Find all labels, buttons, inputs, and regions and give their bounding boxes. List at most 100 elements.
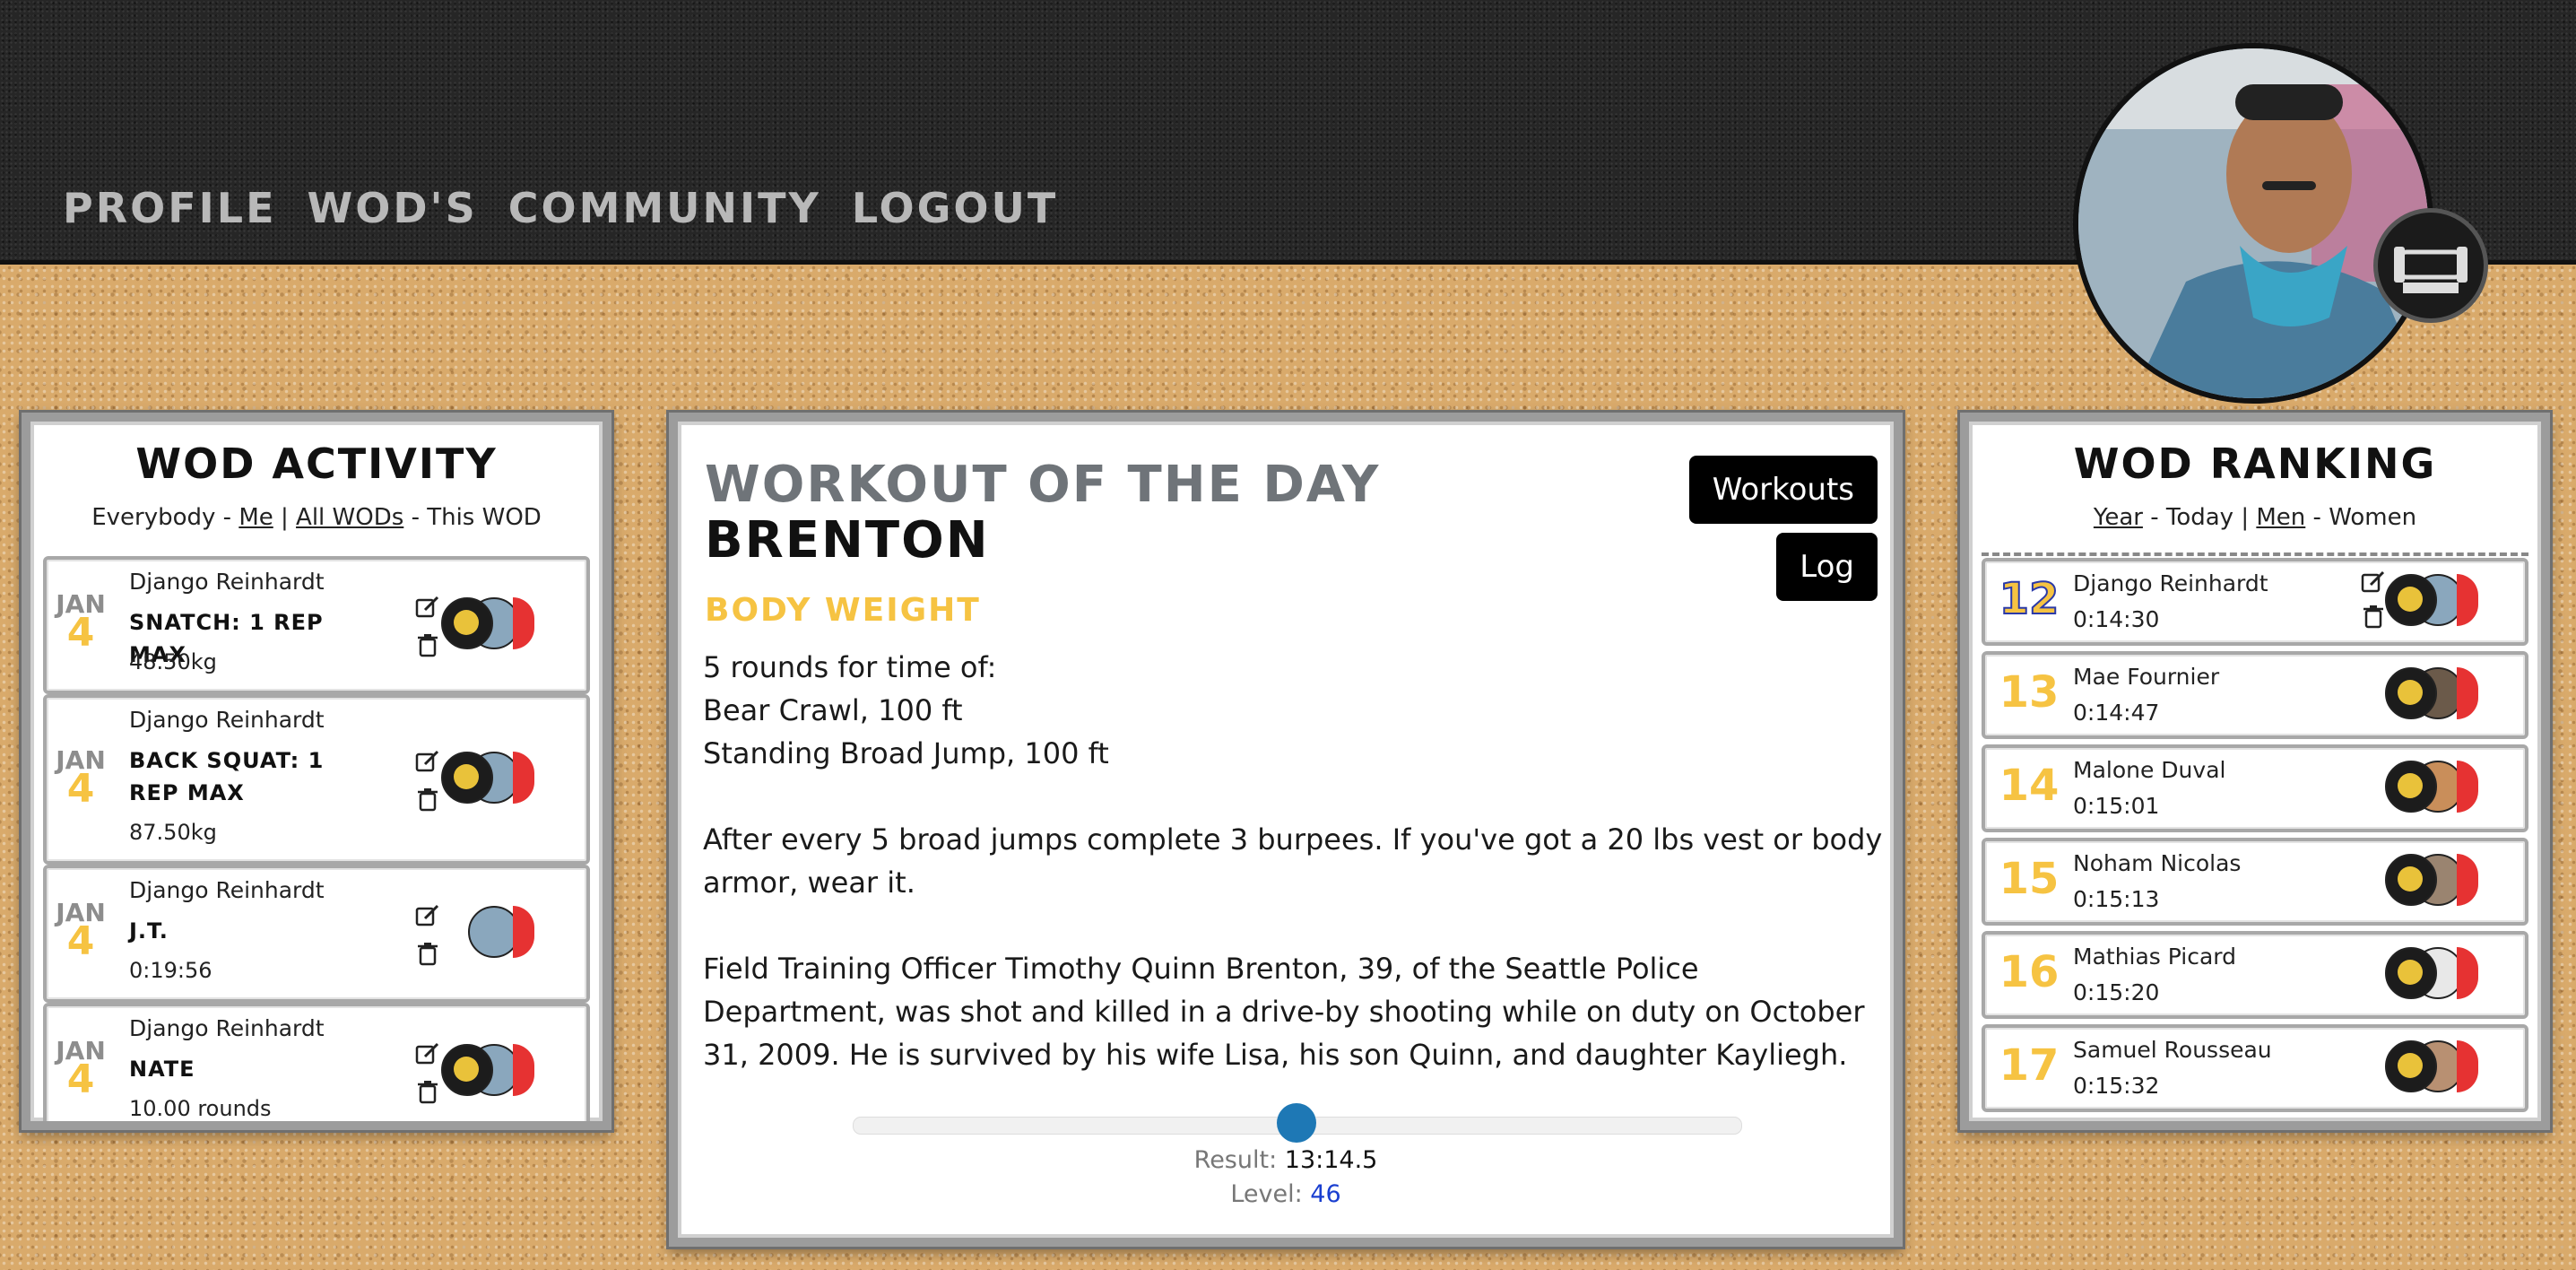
wod-activity-title: WOD ACTIVITY (135, 439, 498, 488)
edit-icon[interactable] (414, 594, 441, 621)
filter-everybody[interactable]: Everybody (91, 504, 215, 531)
filter-all-wods[interactable]: All WODs (296, 504, 403, 531)
filter-women[interactable]: Women (2329, 504, 2416, 531)
rank-user-name[interactable]: Mathias Picard (2073, 944, 2236, 970)
trash-icon[interactable] (2360, 603, 2387, 630)
ranking-avatars (2385, 667, 2478, 719)
nav-logout[interactable]: LOGOUT (852, 184, 1058, 232)
ranking-filters: Year - Today | Men - Women (1969, 504, 2541, 531)
user-avatar[interactable] (2073, 43, 2433, 404)
nav-wods[interactable]: WOD'S (308, 184, 478, 232)
rank-number: 17 (1999, 1040, 2060, 1091)
ranking-row[interactable]: 13 Mae Fournier 0:14:47 (1982, 651, 2528, 739)
activity-card[interactable]: JAN 4 Django Reinhardt BACK SQUAT: 1 REP … (43, 694, 590, 865)
trash-icon[interactable] (414, 786, 441, 813)
rank-user-name[interactable]: Django Reinhardt (2073, 570, 2268, 596)
hero-community-badge-icon (2385, 574, 2437, 626)
hero-community-badge-icon (2385, 1040, 2437, 1092)
hero-community-badge-icon (2385, 667, 2437, 719)
hero-community-badge-icon (2385, 854, 2437, 906)
log-button[interactable]: Log (1776, 533, 1878, 601)
level-slider-thumb[interactable] (1277, 1103, 1316, 1143)
rank-user-name[interactable]: Samuel Rousseau (2073, 1037, 2272, 1063)
wod-name: BRENTON (705, 511, 990, 570)
filter-separator: | (281, 504, 289, 531)
hero-community-badge-icon (441, 1044, 493, 1096)
rank-user-name[interactable]: Noham Nicolas (2073, 850, 2241, 876)
status-flag (2457, 947, 2478, 999)
activity-user-name[interactable]: Django Reinhardt (129, 877, 325, 903)
hero-community-badge-icon (2385, 947, 2437, 999)
wod-note: After every 5 broad jumps complete 3 bur… (703, 822, 1883, 900)
wod-activity-panel: WOD ACTIVITY Everybody - Me | All WODs -… (22, 413, 611, 1130)
wod-ranking-title: WOD RANKING (2073, 439, 2437, 488)
wod-description: 5 rounds for time of: Bear Crawl, 100 ft… (703, 646, 1886, 1119)
wod-line: Bear Crawl, 100 ft (703, 693, 963, 727)
rank-time: 0:14:30 (2073, 606, 2160, 632)
rank-time: 0:15:13 (2073, 886, 2160, 912)
ranking-avatars (2385, 1040, 2478, 1092)
activity-wod-title[interactable]: NATE (129, 1053, 349, 1085)
rank-number: 14 (1999, 761, 2060, 811)
activity-card[interactable]: JAN 4 Django Reinhardt SNATCH: 1 REP MAX … (43, 556, 590, 694)
activity-value: 48.50kg (129, 649, 217, 674)
trash-icon[interactable] (414, 1078, 441, 1105)
ranking-row[interactable]: 17 Samuel Rousseau 0:15:32 (1982, 1024, 2528, 1112)
activity-avatars (441, 752, 534, 804)
status-flag (2457, 761, 2478, 813)
filter-this-wod[interactable]: This WOD (427, 504, 542, 531)
rank-time: 0:15:32 (2073, 1073, 2160, 1099)
ranking-row[interactable]: 12 Django Reinhardt 0:14:30 (1982, 558, 2528, 646)
date-day: 4 (66, 766, 95, 812)
status-flag (2457, 574, 2478, 626)
main-nav: PROFILE WOD'S COMMUNITY LOGOUT (63, 184, 1058, 232)
activity-user-name[interactable]: Django Reinhardt (129, 707, 325, 733)
workouts-button[interactable]: Workouts (1688, 456, 1878, 524)
hero-community-badge-icon (441, 597, 493, 649)
activity-avatars (441, 1044, 534, 1096)
activity-avatars (441, 597, 534, 649)
rank-time: 0:14:47 (2073, 700, 2160, 726)
activity-wod-title[interactable]: J.T. (129, 915, 349, 947)
activity-card[interactable]: JAN 4 Django Reinhardt NATE 10.00 rounds (43, 1003, 590, 1121)
rank-number: 15 (1999, 854, 2060, 904)
status-flag (513, 597, 534, 649)
status-flag (2457, 854, 2478, 906)
filter-me[interactable]: Me (239, 504, 273, 531)
status-flag (513, 906, 534, 958)
edit-icon[interactable] (2360, 569, 2387, 596)
activity-user-name[interactable]: Django Reinhardt (129, 1015, 325, 1041)
status-flag (513, 752, 534, 804)
nav-community[interactable]: COMMUNITY (508, 184, 821, 232)
edit-icon[interactable] (414, 902, 441, 929)
trash-icon[interactable] (414, 940, 441, 967)
activity-card[interactable]: JAN 4 Django Reinhardt J.T. 0:19:56 (43, 865, 590, 1003)
wod-story: Field Training Officer Timothy Quinn Bre… (703, 952, 1865, 1072)
nav-profile[interactable]: PROFILE (63, 184, 277, 232)
hero-community-badge-icon (2385, 761, 2437, 813)
edit-icon[interactable] (414, 1040, 441, 1067)
user-photo (2078, 48, 2428, 398)
activity-filters: Everybody - Me | All WODs - This WOD (30, 504, 603, 531)
activity-wod-title[interactable]: BACK SQUAT: 1 REP MAX (129, 744, 349, 809)
ranking-row[interactable]: 16 Mathias Picard 0:15:20 (1982, 931, 2528, 1019)
date-day: 4 (66, 610, 95, 656)
rank-number: 16 (1999, 947, 2060, 997)
activity-user-name[interactable]: Django Reinhardt (129, 569, 325, 595)
filter-today[interactable]: Today (2166, 504, 2233, 531)
ranking-row[interactable]: 14 Malone Duval 0:15:01 (1982, 744, 2528, 832)
ranking-row[interactable]: 15 Noham Nicolas 0:15:13 (1982, 838, 2528, 926)
rank-user-name[interactable]: Mae Fournier (2073, 664, 2219, 690)
rank-time: 0:15:20 (2073, 979, 2160, 1005)
trash-icon[interactable] (414, 631, 441, 658)
filter-year[interactable]: Year (2094, 504, 2143, 531)
edit-icon[interactable] (414, 748, 441, 775)
activity-value: 0:19:56 (129, 958, 212, 983)
activity-value: 10.00 rounds (129, 1096, 272, 1121)
filter-separator: - (2312, 504, 2321, 531)
wod-type: BODY WEIGHT (705, 592, 981, 629)
rank-user-name[interactable]: Malone Duval (2073, 757, 2225, 783)
level-label: Level: (1230, 1180, 1303, 1208)
rank-number: 12 (1999, 573, 2060, 625)
filter-men[interactable]: Men (2256, 504, 2305, 531)
